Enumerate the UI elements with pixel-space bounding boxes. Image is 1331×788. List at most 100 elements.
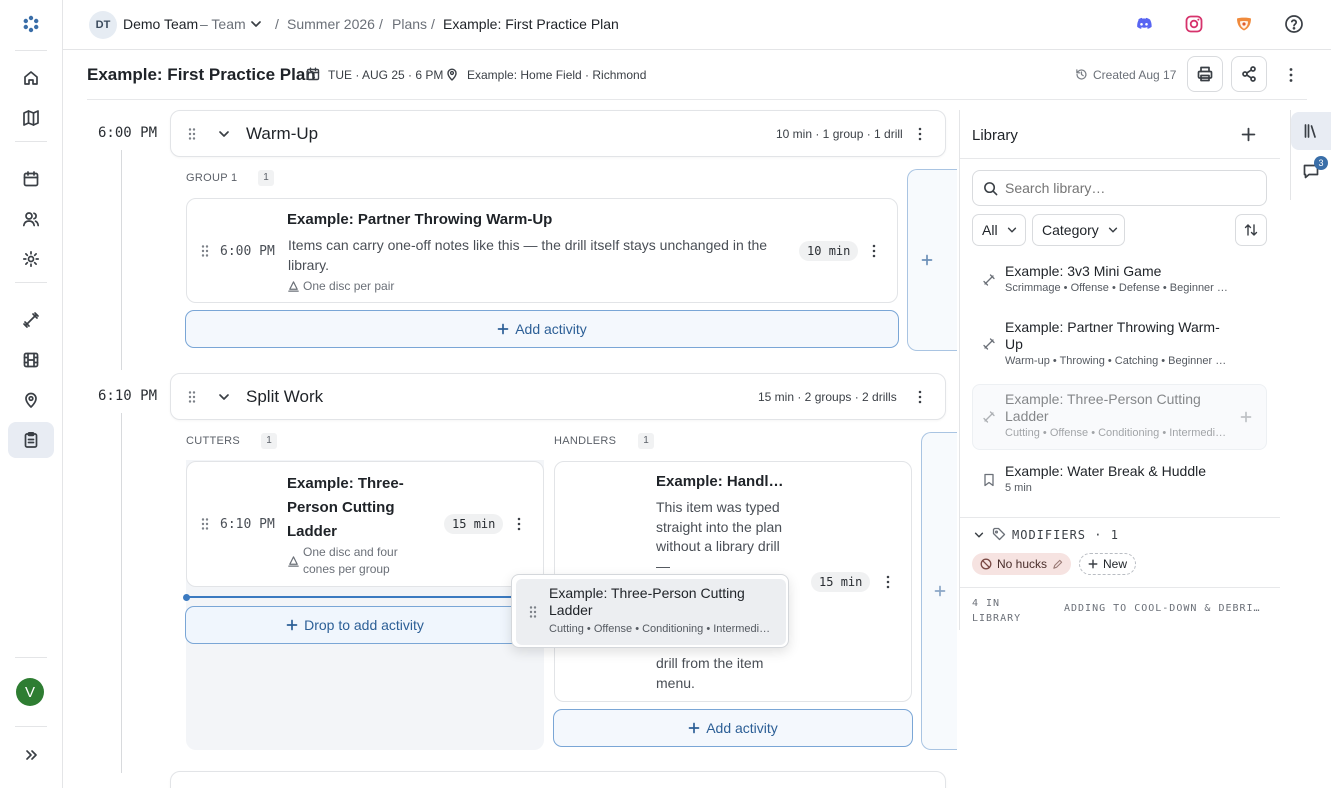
drop-to-add-label: Drop to add activity: [304, 617, 424, 633]
more-options-icon[interactable]: [1281, 65, 1301, 85]
team-name[interactable]: Demo Team: [123, 16, 198, 32]
block-title[interactable]: Warm-Up: [246, 124, 318, 144]
duration-badge[interactable]: 10 min: [799, 241, 859, 261]
search-input[interactable]: [1005, 178, 1255, 198]
add-activity-button[interactable]: Add activity: [185, 310, 899, 348]
plans-icon[interactable]: [8, 422, 54, 458]
plan-location[interactable]: Example: Home Field · Richmond: [467, 68, 646, 82]
activity-title[interactable]: Example: Three-Person Cutting Ladder: [287, 472, 427, 544]
block-summary: 15 min · 2 groups · 2 drills: [758, 390, 897, 404]
team-avatar[interactable]: DT: [89, 11, 117, 39]
activity-title[interactable]: Example: Partner Throwing Warm-Up: [287, 211, 552, 228]
drag-handle-icon[interactable]: [200, 517, 210, 531]
duration-unit: min: [840, 575, 863, 589]
chevron-down-icon: [1007, 227, 1016, 233]
add-group-zone[interactable]: [907, 169, 957, 351]
drag-ghost-tags: Cutting • Offense • Conditioning • Inter…: [549, 623, 771, 635]
block-menu-icon[interactable]: [911, 125, 929, 143]
filter-category-select[interactable]: Category: [1032, 214, 1125, 246]
film-icon[interactable]: [8, 342, 54, 378]
expand-sidebar-icon[interactable]: [8, 737, 54, 773]
block-header-split-work[interactable]: Split Work 15 min · 2 groups · 2 drills: [170, 373, 946, 420]
chevron-down-icon[interactable]: [249, 17, 263, 31]
modifiers-label[interactable]: MODIFIERS · 1: [1012, 528, 1119, 542]
activity-equipment: One disc per pair: [303, 279, 395, 293]
ban-icon: [980, 558, 992, 570]
discord-icon[interactable]: [1134, 14, 1154, 34]
item-menu-icon[interactable]: [510, 515, 528, 533]
plus-icon: [688, 722, 700, 734]
duration-unit: min: [828, 244, 851, 258]
filter-category-label: Category: [1042, 222, 1099, 238]
block-title[interactable]: Split Work: [246, 387, 323, 407]
drills-icon[interactable]: [8, 302, 54, 338]
block-header-next[interactable]: [170, 771, 946, 788]
app-logo-icon[interactable]: [8, 6, 54, 42]
drag-handle-icon[interactable]: [200, 244, 210, 258]
gear-icon[interactable]: [8, 241, 54, 277]
library-item-tags: Cutting • Offense • Conditioning • Inter…: [1005, 427, 1227, 439]
block-time: 6:10 PM: [98, 388, 158, 404]
breadcrumb-season[interactable]: Summer 2026: [287, 16, 375, 32]
library-item[interactable]: Example: Partner Throwing Warm-Up Warm-u…: [972, 314, 1267, 374]
print-button[interactable]: [1187, 56, 1223, 92]
plan-date[interactable]: TUE · AUG 25 · 6 PM: [328, 68, 443, 82]
home-icon[interactable]: [8, 60, 54, 96]
library-item[interactable]: Example: Water Break & Huddle 5 min: [972, 459, 1267, 503]
drill-icon: [982, 337, 996, 351]
drill-icon: [982, 273, 996, 287]
drag-handle-icon[interactable]: [187, 127, 197, 141]
block-summary: 10 min · 1 group · 1 drill: [776, 127, 903, 141]
add-activity-button[interactable]: Add activity: [553, 709, 913, 747]
chevron-down-icon[interactable]: [217, 127, 231, 141]
duration-badge[interactable]: 15 min: [444, 514, 504, 534]
block-header-warmup[interactable]: Warm-Up 10 min · 1 group · 1 drill: [170, 110, 946, 157]
library-tab[interactable]: [1291, 112, 1331, 150]
item-menu-icon[interactable]: [865, 242, 883, 260]
library-icon: [1304, 124, 1316, 138]
library-item-dragging[interactable]: Example: Three-Person Cutting Ladder Cut…: [972, 384, 1267, 450]
avatar[interactable]: V: [16, 678, 44, 706]
calendar-icon[interactable]: [8, 161, 54, 197]
users-icon[interactable]: [8, 201, 54, 237]
edit-pencil-icon[interactable]: [1052, 559, 1063, 570]
add-library-item-icon[interactable]: [1241, 127, 1256, 142]
duration-value: 15: [452, 517, 467, 531]
chevron-down-icon[interactable]: [973, 529, 985, 541]
library-item-tags: Warm-up • Throwing • Catching • Beginner…: [1005, 355, 1227, 367]
library-item-tags: Scrimmage • Offense • Defense • Beginner…: [1005, 282, 1228, 294]
library-search[interactable]: [972, 170, 1267, 206]
drop-to-add-button[interactable]: Drop to add activity: [185, 606, 525, 644]
modifier-tag[interactable]: No hucks: [972, 553, 1072, 575]
block-menu-icon[interactable]: [911, 388, 929, 406]
comments-tab[interactable]: 3: [1291, 152, 1331, 190]
chevron-down-icon[interactable]: [217, 390, 231, 404]
library-item[interactable]: Example: 3v3 Mini Game Scrimmage • Offen…: [972, 259, 1267, 303]
activity-card[interactable]: 6:00 PM Example: Partner Throwing Warm-U…: [186, 198, 898, 303]
activity-note: This item was typed straight into the pl…: [656, 499, 783, 574]
block-time: 6:00 PM: [98, 125, 158, 141]
activity-card[interactable]: 6:10 PM Example: Three-Person Cutting La…: [186, 461, 544, 587]
library-item-title: Example: Three-Person Cutting Ladder: [1005, 391, 1201, 424]
breadcrumb-plans[interactable]: Plans: [392, 16, 427, 32]
breadcrumb-separator: /: [379, 16, 383, 32]
bookmark-icon: [983, 473, 995, 487]
help-icon[interactable]: [1284, 14, 1304, 34]
shield-badge-icon[interactable]: [1234, 14, 1254, 34]
activity-title[interactable]: Example: Handl…: [656, 473, 784, 490]
new-modifier-button[interactable]: New: [1079, 553, 1137, 575]
duration-badge[interactable]: 15 min: [811, 572, 871, 592]
location-pin-icon[interactable]: [8, 382, 54, 418]
map-icon[interactable]: [8, 100, 54, 136]
drag-ghost[interactable]: Example: Three-Person Cutting Ladder Cut…: [511, 574, 789, 648]
add-group-zone[interactable]: [921, 432, 957, 750]
item-menu-icon[interactable]: [879, 573, 897, 591]
sort-button[interactable]: [1235, 214, 1267, 246]
library-item-title: Example: 3v3 Mini Game: [1005, 263, 1162, 279]
add-to-plan-icon[interactable]: [1240, 411, 1252, 423]
instagram-icon[interactable]: [1184, 14, 1204, 34]
library-item-tags: 5 min: [1005, 482, 1032, 494]
share-button[interactable]: [1231, 56, 1267, 92]
filter-all-select[interactable]: All: [972, 214, 1026, 246]
drag-handle-icon[interactable]: [187, 390, 197, 404]
